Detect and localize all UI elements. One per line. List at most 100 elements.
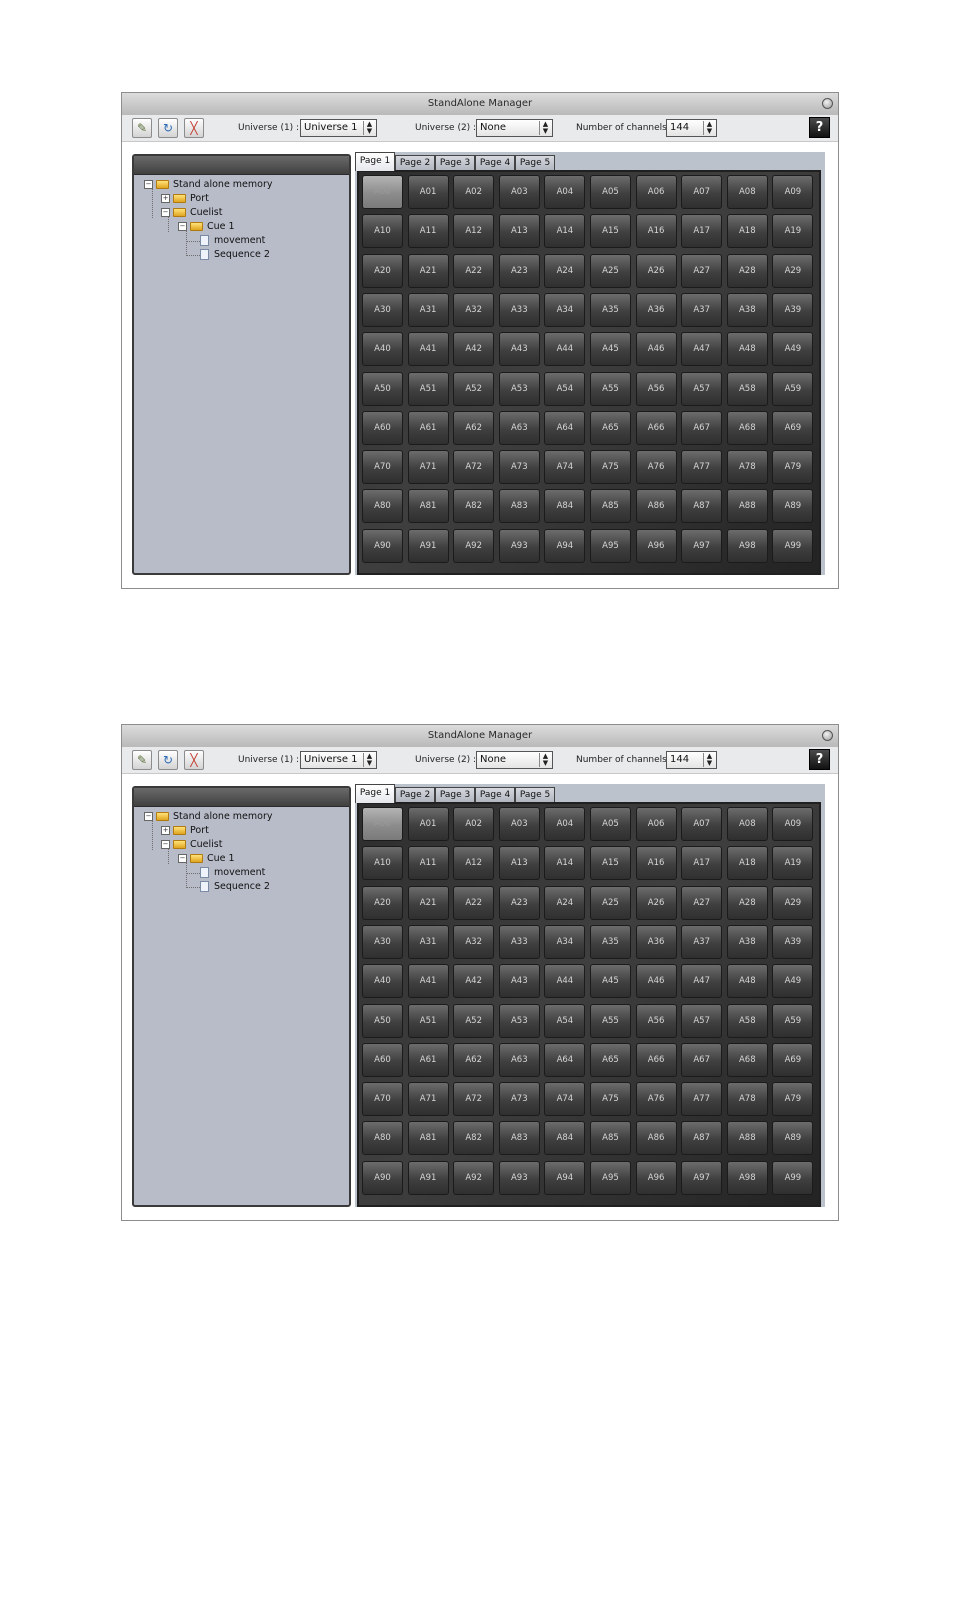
memory-cell-a38[interactable]: A38	[726, 292, 768, 327]
memory-cell-a00[interactable]: A00	[362, 807, 403, 841]
memory-cell-a15[interactable]: A15	[590, 846, 631, 881]
memory-cell-a95[interactable]: A95	[590, 528, 631, 563]
memory-cell-a36[interactable]: A36	[635, 924, 677, 959]
memory-cell-a88[interactable]: A88	[726, 489, 768, 524]
memory-cell-a21[interactable]: A21	[407, 885, 449, 920]
memory-cell-a86[interactable]: A86	[635, 1121, 677, 1156]
memory-cell-a50[interactable]: A50	[362, 1003, 403, 1038]
memory-cell-a80[interactable]: A80	[362, 1121, 403, 1156]
memory-cell-a03[interactable]: A03	[498, 807, 540, 841]
memory-cell-a30[interactable]: A30	[362, 924, 403, 959]
memory-cell-a20[interactable]: A20	[362, 885, 403, 920]
memory-cell-a89[interactable]: A89	[772, 1121, 814, 1156]
memory-cell-a02[interactable]: A02	[453, 807, 495, 841]
memory-cell-a60[interactable]: A60	[362, 1042, 403, 1077]
memory-cell-a99[interactable]: A99	[772, 528, 814, 563]
memory-cell-a16[interactable]: A16	[635, 846, 677, 881]
memory-cell-a34[interactable]: A34	[544, 924, 586, 959]
memory-cell-a61[interactable]: A61	[407, 1042, 449, 1077]
memory-cell-a26[interactable]: A26	[635, 885, 677, 920]
memory-cell-a99[interactable]: A99	[772, 1160, 814, 1195]
memory-cell-a81[interactable]: A81	[407, 1121, 449, 1156]
memory-cell-a23[interactable]: A23	[498, 253, 540, 288]
memory-cell-a68[interactable]: A68	[726, 1042, 768, 1077]
memory-cell-a46[interactable]: A46	[635, 332, 677, 367]
help-button[interactable]: ?	[809, 749, 830, 770]
tree-node-sequence[interactable]: Sequence 2	[200, 248, 270, 262]
tree-node-cue[interactable]: − Cue 1	[178, 220, 235, 234]
memory-cell-a48[interactable]: A48	[726, 964, 768, 999]
memory-cell-a06[interactable]: A06	[635, 807, 677, 841]
memory-cell-a20[interactable]: A20	[362, 253, 403, 288]
memory-cell-a51[interactable]: A51	[407, 371, 449, 406]
tree-node-root[interactable]: − Stand alone memory	[144, 178, 273, 192]
memory-cell-a24[interactable]: A24	[544, 253, 586, 288]
tree-node-cue[interactable]: − Cue 1	[178, 852, 235, 866]
memory-cell-a94[interactable]: A94	[544, 1160, 586, 1195]
memory-cell-a54[interactable]: A54	[544, 1003, 586, 1038]
memory-cell-a01[interactable]: A01	[407, 807, 449, 841]
tab-page-5[interactable]: Page 5	[515, 155, 555, 170]
collapse-icon[interactable]: −	[161, 208, 170, 217]
memory-cell-a09[interactable]: A09	[772, 807, 814, 841]
expand-icon[interactable]: +	[161, 826, 170, 835]
memory-cell-a80[interactable]: A80	[362, 489, 403, 524]
memory-cell-a07[interactable]: A07	[681, 175, 723, 209]
memory-cell-a13[interactable]: A13	[498, 846, 540, 881]
memory-cell-a44[interactable]: A44	[544, 332, 586, 367]
memory-cell-a00[interactable]: A00	[362, 175, 403, 209]
memory-cell-a22[interactable]: A22	[453, 253, 495, 288]
expand-icon[interactable]: +	[161, 194, 170, 203]
memory-cell-a28[interactable]: A28	[726, 885, 768, 920]
memory-cell-a56[interactable]: A56	[635, 1003, 677, 1038]
memory-cell-a37[interactable]: A37	[681, 292, 723, 327]
memory-cell-a69[interactable]: A69	[772, 410, 814, 445]
memory-cell-a67[interactable]: A67	[681, 1042, 723, 1077]
memory-cell-a85[interactable]: A85	[590, 1121, 631, 1156]
memory-cell-a92[interactable]: A92	[453, 528, 495, 563]
memory-cell-a90[interactable]: A90	[362, 528, 403, 563]
memory-cell-a17[interactable]: A17	[681, 846, 723, 881]
memory-cell-a69[interactable]: A69	[772, 1042, 814, 1077]
memory-cell-a47[interactable]: A47	[681, 964, 723, 999]
memory-cell-a55[interactable]: A55	[590, 371, 631, 406]
memory-cell-a49[interactable]: A49	[772, 332, 814, 367]
universe2-select[interactable]: None ▲ ▼	[476, 119, 553, 137]
memory-cell-a24[interactable]: A24	[544, 885, 586, 920]
memory-cell-a77[interactable]: A77	[681, 1082, 723, 1117]
memory-cell-a19[interactable]: A19	[772, 846, 814, 881]
memory-cell-a83[interactable]: A83	[498, 489, 540, 524]
memory-cell-a29[interactable]: A29	[772, 253, 814, 288]
memory-cell-a05[interactable]: A05	[590, 175, 631, 209]
collapse-icon[interactable]: −	[178, 854, 187, 863]
memory-cell-a73[interactable]: A73	[498, 450, 540, 485]
memory-cell-a03[interactable]: A03	[498, 175, 540, 209]
memory-cell-a97[interactable]: A97	[681, 528, 723, 563]
memory-cell-a39[interactable]: A39	[772, 924, 814, 959]
memory-cell-a48[interactable]: A48	[726, 332, 768, 367]
memory-cell-a33[interactable]: A33	[498, 292, 540, 327]
tree-node-cuelist[interactable]: − Cuelist	[161, 206, 222, 220]
memory-cell-a15[interactable]: A15	[590, 214, 631, 249]
memory-cell-a08[interactable]: A08	[726, 175, 768, 209]
memory-cell-a91[interactable]: A91	[407, 1160, 449, 1195]
memory-cell-a41[interactable]: A41	[407, 332, 449, 367]
memory-cell-a78[interactable]: A78	[726, 450, 768, 485]
tab-page-3[interactable]: Page 3	[435, 155, 475, 170]
memory-cell-a55[interactable]: A55	[590, 1003, 631, 1038]
memory-cell-a85[interactable]: A85	[590, 489, 631, 524]
memory-cell-a16[interactable]: A16	[635, 214, 677, 249]
memory-cell-a19[interactable]: A19	[772, 214, 814, 249]
memory-cell-a45[interactable]: A45	[590, 332, 631, 367]
memory-cell-a01[interactable]: A01	[407, 175, 449, 209]
memory-cell-a96[interactable]: A96	[635, 528, 677, 563]
memory-cell-a47[interactable]: A47	[681, 332, 723, 367]
universe2-select[interactable]: None ▲ ▼	[476, 751, 553, 769]
memory-cell-a05[interactable]: A05	[590, 807, 631, 841]
memory-cell-a57[interactable]: A57	[681, 1003, 723, 1038]
memory-cell-a09[interactable]: A09	[772, 175, 814, 209]
memory-cell-a70[interactable]: A70	[362, 1082, 403, 1117]
memory-cell-a66[interactable]: A66	[635, 1042, 677, 1077]
memory-cell-a79[interactable]: A79	[772, 1082, 814, 1117]
memory-cell-a87[interactable]: A87	[681, 489, 723, 524]
